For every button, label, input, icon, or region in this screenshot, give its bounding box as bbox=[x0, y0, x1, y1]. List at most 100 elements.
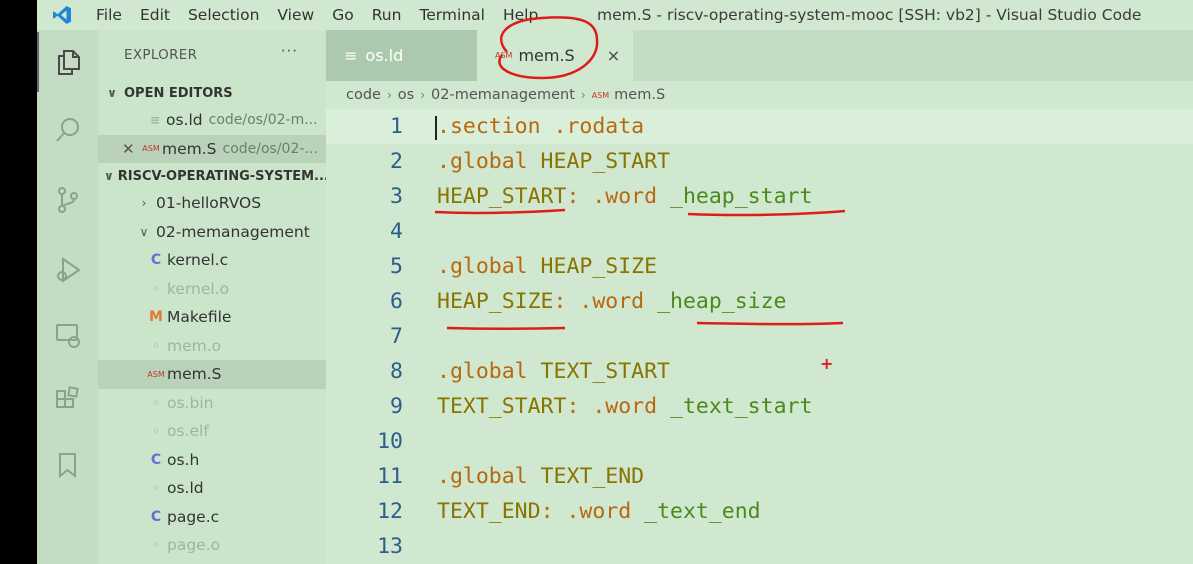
run-debug-icon[interactable] bbox=[37, 240, 98, 300]
asm-file-icon: ASM bbox=[142, 144, 160, 154]
file-item[interactable]: C os.h bbox=[98, 446, 326, 475]
file-name: page.o bbox=[167, 536, 221, 555]
code-line[interactable]: 10 bbox=[326, 424, 1193, 459]
chevron-down-icon: ∨ bbox=[139, 224, 149, 239]
code-line[interactable]: 11 .global TEXT_END bbox=[326, 459, 1193, 494]
explorer-title: EXPLORER bbox=[124, 47, 198, 63]
menu-file[interactable]: File bbox=[87, 0, 131, 30]
menu-terminal[interactable]: Terminal bbox=[410, 0, 494, 30]
file-item[interactable]: C page.c bbox=[98, 503, 326, 532]
tab-bar: ≡ os.ld ASM mem.S × bbox=[326, 30, 1193, 81]
code-line[interactable]: 6 HEAP_SIZE: .word _heap_size bbox=[326, 284, 1193, 319]
menu-selection[interactable]: Selection bbox=[179, 0, 268, 30]
binary-file-icon: ◦ bbox=[152, 424, 160, 439]
explorer-header: EXPLORER ··· bbox=[98, 30, 326, 80]
code-line[interactable]: 12 TEXT_END: .word _text_end bbox=[326, 494, 1193, 529]
workspace-label: RISCV-OPERATING-SYSTEM... bbox=[117, 168, 326, 184]
open-editor-name: mem.S bbox=[162, 139, 217, 158]
folder-item[interactable]: › 01-helloRVOS bbox=[98, 189, 326, 218]
file-item[interactable]: ◦ os.elf bbox=[98, 417, 326, 446]
code-line[interactable]: 7 bbox=[326, 319, 1193, 354]
line-number: 9 bbox=[390, 394, 403, 419]
code-line[interactable]: 1 .section .rodata bbox=[326, 109, 1193, 144]
code-line[interactable]: 3 HEAP_START: .word _heap_start bbox=[326, 179, 1193, 214]
source-control-icon[interactable] bbox=[37, 170, 98, 230]
line-number: 13 bbox=[377, 534, 403, 559]
makefile-icon: M bbox=[149, 309, 163, 326]
menu-go[interactable]: Go bbox=[323, 0, 363, 30]
open-editor-path: code/os/02-m... bbox=[208, 112, 318, 129]
line-number: 8 bbox=[390, 359, 403, 384]
code-line[interactable]: 2 .global HEAP_START bbox=[326, 144, 1193, 179]
file-name: os.ld bbox=[167, 479, 204, 498]
code-line[interactable]: 5 .global HEAP_SIZE bbox=[326, 249, 1193, 284]
c-file-icon: C bbox=[150, 252, 162, 269]
breadcrumb-item[interactable]: mem.S bbox=[614, 87, 665, 103]
line-number: 12 bbox=[377, 499, 403, 524]
code-line[interactable]: 8 .global TEXT_START bbox=[326, 354, 1193, 389]
explorer-icon[interactable] bbox=[37, 32, 98, 92]
activity-bar bbox=[37, 30, 98, 564]
open-editor-item[interactable]: ✕ ASM mem.S code/os/02-... bbox=[98, 134, 326, 163]
line-number: 1 bbox=[390, 114, 403, 139]
close-tab-icon[interactable]: × bbox=[607, 46, 620, 65]
file-item[interactable]: M Makefile bbox=[98, 303, 326, 332]
file-item[interactable]: C kernel.c bbox=[98, 246, 326, 275]
chevron-right-icon: › bbox=[420, 88, 426, 102]
extensions-icon[interactable] bbox=[37, 370, 98, 430]
code-line[interactable]: 4 bbox=[326, 214, 1193, 249]
menu-edit[interactable]: Edit bbox=[131, 0, 179, 30]
code-editor[interactable]: 1 .section .rodata 2 .global HEAP_START … bbox=[326, 109, 1193, 564]
file-item[interactable]: ASM mem.S bbox=[98, 360, 326, 389]
folder-item[interactable]: ∨ 02-memanagement bbox=[98, 218, 326, 247]
open-editor-name: os.ld bbox=[166, 111, 203, 130]
binary-file-icon: ◦ bbox=[152, 395, 160, 410]
chevron-right-icon: › bbox=[141, 196, 147, 211]
search-icon[interactable] bbox=[37, 100, 98, 160]
breadcrumb-item[interactable]: 02-memanagement bbox=[431, 87, 575, 103]
menu-help[interactable]: Help bbox=[494, 0, 547, 30]
close-icon[interactable]: ✕ bbox=[122, 140, 140, 158]
c-header-icon: C bbox=[150, 451, 162, 468]
file-item[interactable]: ◦ page.o bbox=[98, 531, 326, 560]
file-name: mem.S bbox=[167, 365, 222, 384]
breadcrumb-item[interactable]: os bbox=[398, 87, 414, 103]
open-editor-item[interactable]: ≡ os.ld code/os/02-m... bbox=[98, 106, 326, 135]
chevron-right-icon: › bbox=[386, 88, 392, 102]
tab-label: mem.S bbox=[518, 46, 575, 65]
file-item[interactable]: ◦ os.ld bbox=[98, 474, 326, 503]
code-line[interactable]: 13 bbox=[326, 529, 1193, 564]
file-name: kernel.o bbox=[167, 279, 230, 298]
file-item[interactable]: ◦ os.bin bbox=[98, 389, 326, 418]
file-item[interactable]: ◦ kernel.o bbox=[98, 275, 326, 304]
vscode-window: File Edit Selection View Go Run Terminal… bbox=[37, 0, 1193, 564]
line-number: 3 bbox=[390, 184, 403, 209]
open-editors-label: OPEN EDITORS bbox=[124, 85, 233, 101]
line-text: HEAP_START: .word _heap_start bbox=[437, 184, 813, 209]
workspace-section[interactable]: ∨ RISCV-OPERATING-SYSTEM... bbox=[98, 163, 326, 189]
remote-explorer-icon[interactable] bbox=[37, 305, 98, 365]
file-name: page.c bbox=[167, 507, 220, 526]
bookmarks-icon[interactable] bbox=[37, 435, 98, 495]
menu-view[interactable]: View bbox=[268, 0, 323, 30]
line-text: TEXT_START: .word _text_start bbox=[437, 394, 813, 419]
tab-label: os.ld bbox=[365, 46, 404, 65]
file-name: os.h bbox=[167, 450, 200, 469]
more-actions-icon[interactable]: ··· bbox=[281, 42, 298, 60]
object-file-icon: ◦ bbox=[152, 281, 160, 296]
line-text: TEXT_END: .word _text_end bbox=[437, 499, 761, 524]
line-number: 10 bbox=[377, 429, 403, 454]
tab-os-ld[interactable]: ≡ os.ld bbox=[326, 30, 477, 81]
annotation-plus-mark: + bbox=[820, 354, 834, 373]
file-item[interactable]: ◦ mem.o bbox=[98, 332, 326, 361]
breadcrumb-item[interactable]: code bbox=[346, 87, 381, 103]
c-file-icon: C bbox=[150, 508, 162, 525]
chevron-down-icon: ∨ bbox=[104, 169, 114, 183]
chevron-down-icon: ∨ bbox=[107, 86, 117, 100]
tab-mem-s[interactable]: ASM mem.S × bbox=[477, 30, 633, 81]
open-editors-section[interactable]: ∨ OPEN EDITORS bbox=[98, 80, 326, 106]
menu-run[interactable]: Run bbox=[363, 0, 411, 30]
line-number: 2 bbox=[390, 149, 403, 174]
code-line[interactable]: 9 TEXT_START: .word _text_start bbox=[326, 389, 1193, 424]
folder-name: 02-memanagement bbox=[156, 222, 310, 241]
